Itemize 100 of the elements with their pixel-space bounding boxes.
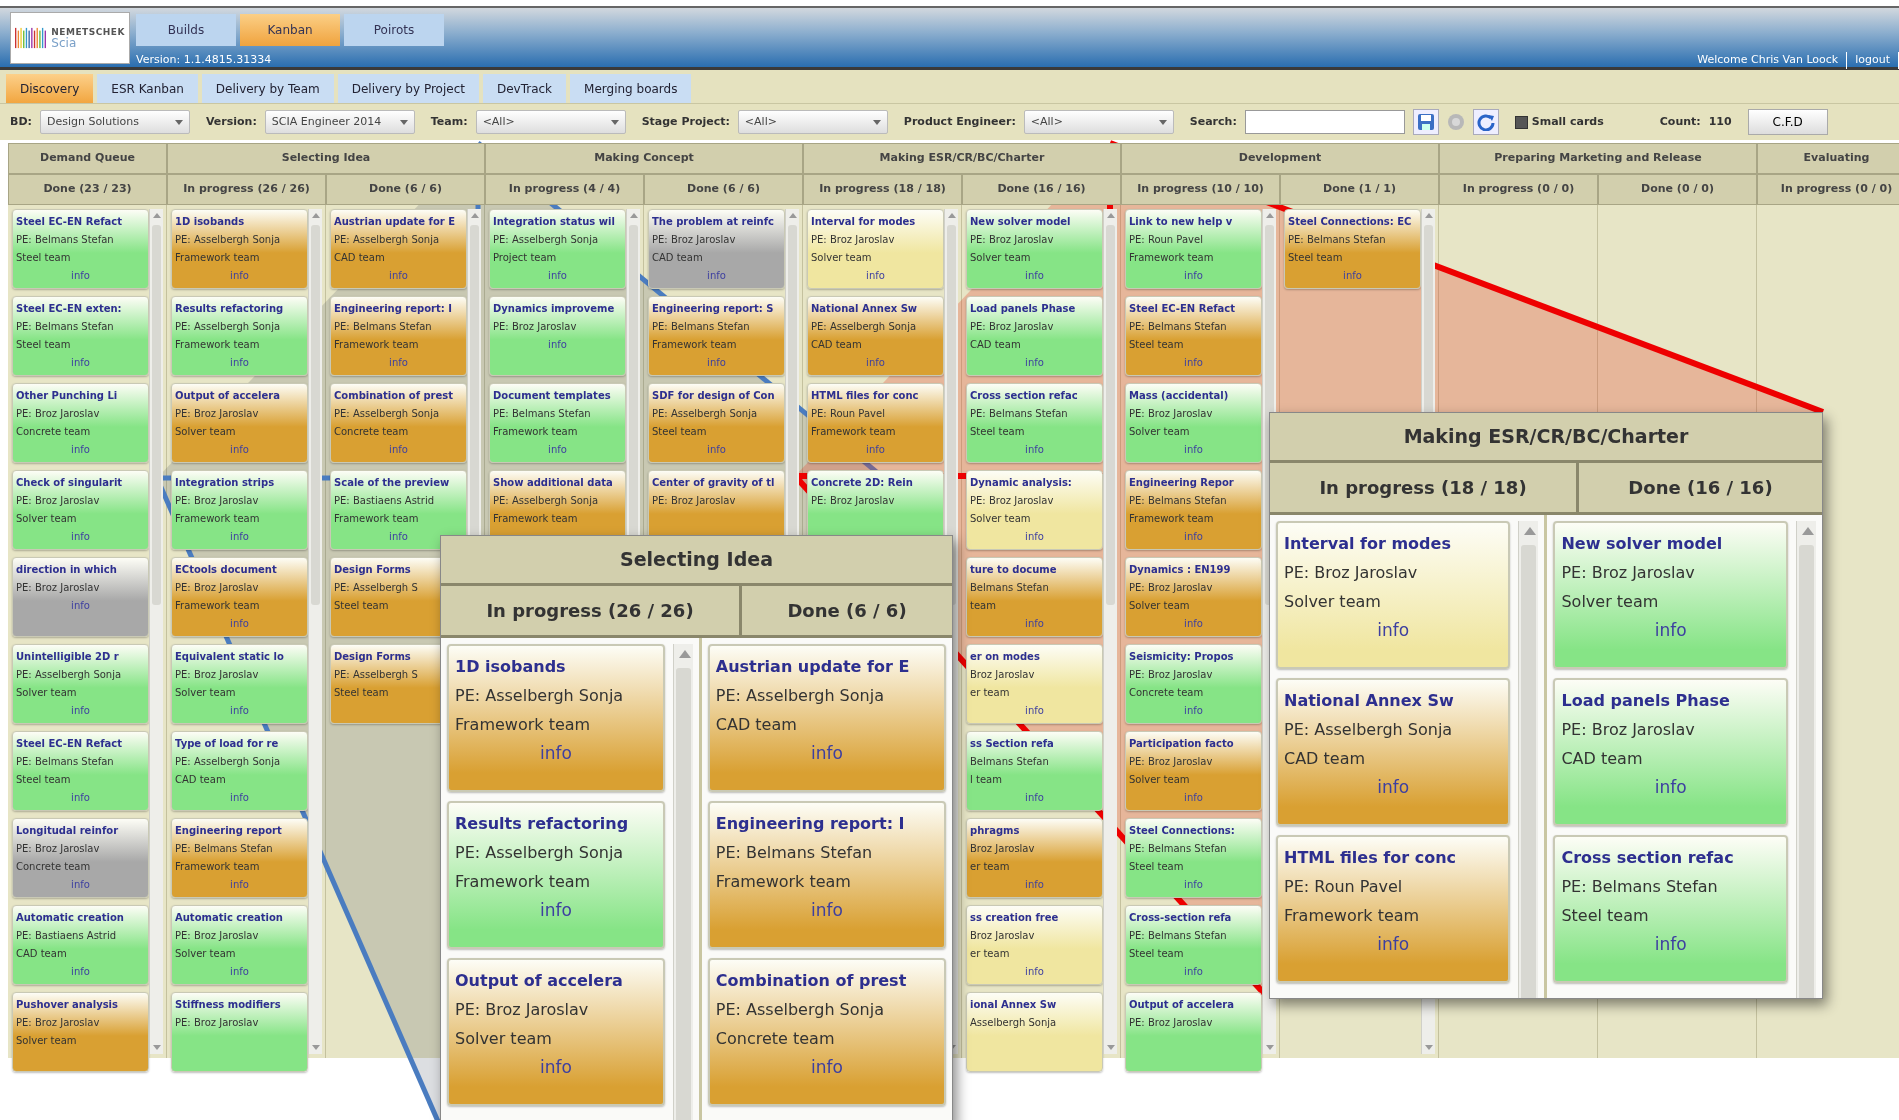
dropdown[interactable]: SCIA Engineer 2014 [264, 110, 415, 134]
kanban-card[interactable]: National Annex Sw PE: Asselbergh Sonja CAD team info [1276, 678, 1511, 826]
scrollbar[interactable] [149, 209, 163, 1054]
info-link[interactable]: info [542, 336, 573, 354]
board-tab[interactable]: Discovery [6, 74, 94, 103]
kanban-card[interactable]: Cross section refac PE: Belmans Stefan Steel team info [1553, 835, 1788, 983]
kanban-card[interactable]: ional Annex Sw Asselbergh Sonja [966, 992, 1103, 1072]
info-link[interactable]: info [1650, 930, 1691, 959]
checkbox[interactable] [1514, 115, 1528, 129]
kanban-card[interactable]: Steel EC-EN exten: PE: Belmans Stefan Steel team info [12, 296, 149, 376]
search-field[interactable] [1244, 110, 1405, 134]
info-link[interactable]: info [65, 597, 96, 615]
kanban-card[interactable]: Automatic creation PE: Broz Jaroslav Solver team info [171, 905, 308, 985]
info-link[interactable]: info [806, 1053, 847, 1082]
kanban-card[interactable]: Equivalent static lo PE: Broz Jaroslav Solver team info [171, 644, 308, 724]
scrollbar[interactable] [1103, 209, 1117, 1054]
scrollbar[interactable] [1518, 521, 1539, 998]
info-link[interactable]: info [224, 876, 255, 894]
kanban-card[interactable]: direction in which PE: Broz Jaroslav info [12, 557, 149, 637]
board-tab[interactable]: Delivery by Team [201, 74, 334, 103]
kanban-card[interactable]: Scale of the preview PE: Bastiaens Astrid Framework team info [330, 470, 467, 550]
save-button[interactable] [1412, 109, 1439, 135]
kanban-card[interactable]: Load panels Phase PE: Broz Jaroslav CAD team info [1553, 678, 1788, 826]
kanban-card[interactable]: Type of load for re PE: Asselbergh Sonja CAD team info [171, 731, 308, 811]
kanban-card[interactable]: Engineering report PE: Belmans Stefan Framework team info [171, 818, 308, 898]
kanban-card[interactable]: Engineering Repor PE: Belmans Stefan Framework team info [1125, 470, 1262, 550]
board-tab[interactable]: ESR Kanban [97, 74, 198, 103]
info-link[interactable]: info [224, 789, 255, 807]
kanban-card[interactable]: Integration status wil PE: Asselbergh Sonja Project team info [489, 209, 626, 289]
info-link[interactable]: info [1650, 773, 1691, 802]
info-link[interactable]: info [1019, 702, 1050, 720]
dropdown[interactable]: <All> [475, 110, 626, 134]
info-link[interactable]: info [1178, 441, 1209, 459]
info-link[interactable]: info [1019, 876, 1050, 894]
kanban-card[interactable]: Steel Connections: EC PE: Belmans Stefan Steel team info [1284, 209, 1421, 289]
kanban-card[interactable]: Interval for modes PE: Broz Jaroslav Solver team info [1276, 521, 1511, 669]
info-link[interactable]: info [1178, 267, 1209, 285]
info-link[interactable]: info [542, 267, 573, 285]
kanban-card[interactable]: ture to docume Belmans Stefan team info [966, 557, 1103, 637]
info-link[interactable]: info [535, 1053, 576, 1082]
board-tab[interactable]: Merging boards [570, 74, 692, 103]
kanban-card[interactable]: SDF for design of Con PE: Asselbergh Sonja Steel team info [648, 383, 785, 463]
info-link[interactable]: info [224, 702, 255, 720]
info-link[interactable]: info [535, 896, 576, 925]
info-link[interactable]: info [1019, 789, 1050, 807]
kanban-card[interactable]: Engineering report: S PE: Belmans Stefan Framework team info [648, 296, 785, 376]
info-link[interactable]: info [65, 702, 96, 720]
info-link[interactable]: info [1178, 963, 1209, 981]
kanban-card[interactable]: ss creation free Broz Jaroslav er team info [966, 905, 1103, 985]
info-link[interactable]: info [65, 963, 96, 981]
kanban-card[interactable]: Link to new help v PE: Roun Pavel Framework team info [1125, 209, 1262, 289]
kanban-card[interactable]: The problem at reinfc PE: Broz Jaroslav CAD team info [648, 209, 785, 289]
kanban-card[interactable]: Steel EC-EN Refact PE: Belmans Stefan Steel team info [12, 209, 149, 289]
app-tab[interactable]: Builds [136, 14, 236, 46]
info-link[interactable]: info [65, 789, 96, 807]
info-link[interactable]: info [1178, 615, 1209, 633]
kanban-card[interactable]: ECtools document PE: Broz Jaroslav Framework team info [171, 557, 308, 637]
info-link[interactable]: info [1373, 930, 1414, 959]
refresh-button[interactable] [1472, 109, 1499, 135]
info-link[interactable]: info [65, 528, 96, 546]
info-link[interactable]: info [1178, 702, 1209, 720]
kanban-card[interactable]: Output of accelera PE: Broz Jaroslav [1125, 992, 1262, 1072]
info-link[interactable]: info [535, 739, 576, 768]
kanban-card[interactable]: Engineering report: I PE: Belmans Stefan Framework team info [707, 801, 946, 949]
kanban-card[interactable]: phragms Broz Jaroslav er team info [966, 818, 1103, 898]
kanban-card[interactable]: Longitudal reinfor PE: Broz Jaroslav Concrete team info [12, 818, 149, 898]
kanban-card[interactable]: Check of singularit PE: Broz Jaroslav Solver team info [12, 470, 149, 550]
kanban-card[interactable]: Participation facto PE: Broz Jaroslav Solver team info [1125, 731, 1262, 811]
info-link[interactable]: info [65, 354, 96, 372]
dropdown[interactable]: Design Solutions [39, 110, 190, 134]
scrollbar[interactable] [1796, 521, 1816, 998]
info-link[interactable]: info [1178, 789, 1209, 807]
kanban-card[interactable]: Austrian update for E PE: Asselbergh Sonja CAD team info [707, 644, 946, 792]
info-link[interactable]: info [701, 441, 732, 459]
info-link[interactable]: info [1373, 616, 1414, 645]
info-link[interactable]: info [1178, 354, 1209, 372]
kanban-card[interactable]: Results refactoring PE: Asselbergh Sonja Framework team info [447, 801, 665, 949]
info-link[interactable]: info [65, 876, 96, 894]
kanban-card[interactable]: Steel EC-EN Refact PE: Belmans Stefan Steel team info [1125, 296, 1262, 376]
kanban-card[interactable]: Dynamic analysis: PE: Broz Jaroslav Solver team info [966, 470, 1103, 550]
kanban-card[interactable]: Document templates PE: Belmans Stefan Framework team info [489, 383, 626, 463]
info-link[interactable]: info [224, 615, 255, 633]
app-tab[interactable]: Kanban [240, 14, 340, 46]
kanban-card[interactable]: 1D isobands PE: Asselbergh Sonja Framework team info [447, 644, 665, 792]
kanban-card[interactable]: Stiffness modifiers PE: Broz Jaroslav [171, 992, 308, 1072]
cfd-button[interactable]: C.F.D [1747, 109, 1828, 135]
kanban-card[interactable]: Mass (accidental) PE: Broz Jaroslav Solver team info [1125, 383, 1262, 463]
kanban-card[interactable]: Other Punching Li PE: Broz Jaroslav Concrete team info [12, 383, 149, 463]
info-link[interactable]: info [542, 441, 573, 459]
info-link[interactable]: info [1019, 528, 1050, 546]
info-link[interactable]: info [701, 354, 732, 372]
dropdown[interactable]: <All> [1023, 110, 1174, 134]
info-link[interactable]: info [1019, 615, 1050, 633]
info-link[interactable]: info [224, 528, 255, 546]
kanban-card[interactable]: New solver model PE: Broz Jaroslav Solver team info [1553, 521, 1788, 669]
info-link[interactable]: info [701, 267, 732, 285]
kanban-card[interactable]: Seismicity: Propos PE: Broz Jaroslav Concrete team info [1125, 644, 1262, 724]
board-tab[interactable]: DevTrack [482, 74, 567, 103]
kanban-card[interactable]: Unintelligible 2D r PE: Asselbergh Sonja Solver team info [12, 644, 149, 724]
kanban-card[interactable]: Steel Connections: PE: Belmans Stefan Steel team info [1125, 818, 1262, 898]
